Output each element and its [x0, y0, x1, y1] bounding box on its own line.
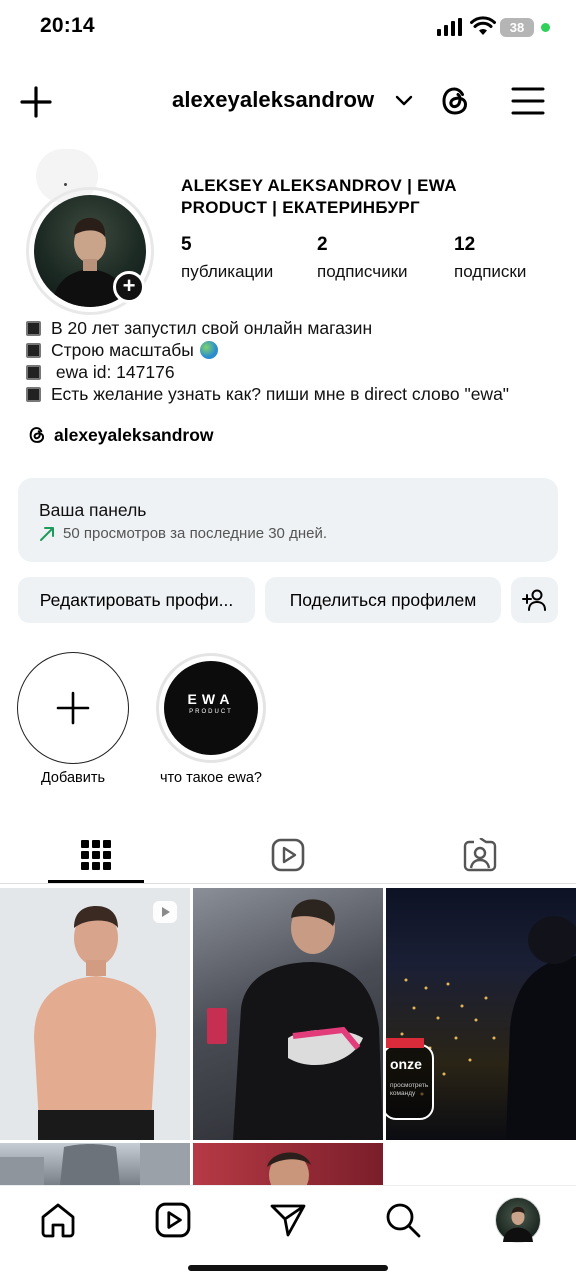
- nav-reels[interactable]: [151, 1198, 195, 1242]
- bio-line: Есть желание узнать как? пиши мне в dire…: [26, 383, 566, 405]
- stat-followers-value: 2: [317, 234, 328, 255]
- post-thumbnail[interactable]: [193, 888, 383, 1140]
- post-image: [0, 1143, 190, 1185]
- post-image: [0, 888, 190, 1140]
- dashboard-subtitle: 50 просмотров за последние 30 дней.: [39, 525, 327, 542]
- highlight-label: Добавить: [40, 770, 106, 786]
- story-sticker: onze просмотреть команду: [386, 1038, 434, 1120]
- nav-search[interactable]: [381, 1198, 425, 1242]
- tab-divider: [0, 883, 576, 884]
- nav-home[interactable]: [36, 1198, 80, 1242]
- bio-line: В 20 лет запустил свой онлайн магазин: [26, 317, 566, 339]
- stat-following[interactable]: 12 подписки: [454, 234, 576, 282]
- black-square-icon: [26, 364, 41, 380]
- avatar-portrait: [503, 1206, 533, 1242]
- bio-line: ewa id: 147176: [26, 361, 566, 383]
- stat-followers-label: подписчики: [317, 262, 408, 281]
- discover-people-button[interactable]: [511, 577, 558, 623]
- status-time: 20:14: [40, 14, 95, 37]
- wifi-icon: [470, 16, 496, 35]
- create-plus-icon[interactable]: [18, 84, 54, 120]
- share-profile-button[interactable]: Поделиться профилем: [265, 577, 501, 623]
- edit-profile-button[interactable]: Редактировать профи...: [18, 577, 255, 623]
- profile-bio: В 20 лет запустил свой онлайн магазин Ст…: [26, 317, 566, 405]
- menu-icon[interactable]: [510, 84, 546, 118]
- bio-text: ewa id: 147176: [51, 362, 175, 382]
- dashboard-views-text: 50 просмотров за последние 30 дней.: [63, 525, 327, 542]
- ewa-logo-subtext: PRODUCT: [189, 709, 233, 715]
- tagged-user-icon: [463, 838, 497, 872]
- tab-reels[interactable]: [192, 826, 384, 884]
- post-thumbnail[interactable]: [0, 888, 190, 1140]
- grid-icon: [81, 840, 111, 870]
- sticker-caption: просмотреть команду: [390, 1082, 429, 1097]
- note-dot: [64, 183, 67, 186]
- battery-indicator: 38: [500, 18, 534, 37]
- chevron-down-icon[interactable]: [395, 94, 413, 108]
- sticker-text: onze: [390, 1056, 422, 1072]
- profile-full-name: ALEKSEY ALEKSANDROV | EWA PRODUCT | ЕКАТ…: [181, 176, 457, 217]
- cellular-signal-icon: [437, 18, 462, 36]
- dashboard-title: Ваша панель: [39, 500, 147, 520]
- bio-text: В 20 лет запустил свой онлайн магазин: [51, 318, 373, 338]
- add-story-button[interactable]: +: [113, 271, 145, 303]
- black-square-icon: [26, 342, 41, 358]
- sticker-red-bar: [386, 1038, 424, 1048]
- reels-icon: [155, 1202, 191, 1238]
- home-icon: [41, 1203, 75, 1238]
- trend-up-arrow-icon: [40, 526, 54, 541]
- add-person-icon: [521, 589, 546, 611]
- nav-profile-avatar[interactable]: [495, 1197, 541, 1243]
- plus-icon: [56, 691, 90, 725]
- new-highlight-button[interactable]: [17, 652, 129, 764]
- globe-icon: [199, 341, 218, 359]
- black-square-icon: [26, 386, 41, 402]
- reels-icon: [271, 838, 305, 872]
- tab-tagged[interactable]: [384, 826, 576, 884]
- threads-icon: [29, 427, 45, 443]
- threads-icon[interactable]: [436, 82, 474, 120]
- highlight-ewa[interactable]: EWA PRODUCT: [164, 661, 258, 755]
- header-username[interactable]: alexeyaleksandrow: [172, 87, 374, 113]
- bio-text: Строю масштабы: [51, 340, 194, 360]
- nav-messages[interactable]: [266, 1198, 310, 1242]
- bio-line: Строю масштабы: [26, 339, 566, 361]
- tab-posts-grid[interactable]: [0, 826, 192, 884]
- threads-handle: alexeyaleksandrow: [54, 424, 214, 445]
- send-icon: [270, 1204, 306, 1237]
- stat-posts-value: 5: [181, 234, 192, 255]
- stat-following-label: подписки: [454, 262, 527, 281]
- post-thumbnail[interactable]: [193, 1143, 383, 1185]
- threads-profile-link[interactable]: alexeyaleksandrow: [26, 423, 214, 447]
- stat-following-value: 12: [454, 234, 476, 255]
- stat-posts[interactable]: 5 публикации: [181, 234, 311, 282]
- stat-posts-label: публикации: [181, 262, 274, 281]
- post-thumbnail[interactable]: [0, 1143, 190, 1185]
- stat-followers[interactable]: 2 подписчики: [317, 234, 447, 282]
- reel-indicator-icon: [153, 901, 177, 923]
- search-icon: [386, 1203, 421, 1238]
- ewa-logo-text: EWA: [187, 691, 235, 707]
- post-image: [267, 1152, 311, 1185]
- bio-text: Есть желание узнать как? пиши мне в dire…: [51, 384, 510, 404]
- post-image: [207, 899, 383, 1140]
- post-thumbnail[interactable]: onze просмотреть команду: [386, 888, 576, 1140]
- home-indicator: [188, 1265, 388, 1271]
- privacy-dot: [541, 23, 550, 32]
- black-square-icon: [26, 320, 41, 336]
- highlight-label: что такое ewa?: [160, 770, 262, 786]
